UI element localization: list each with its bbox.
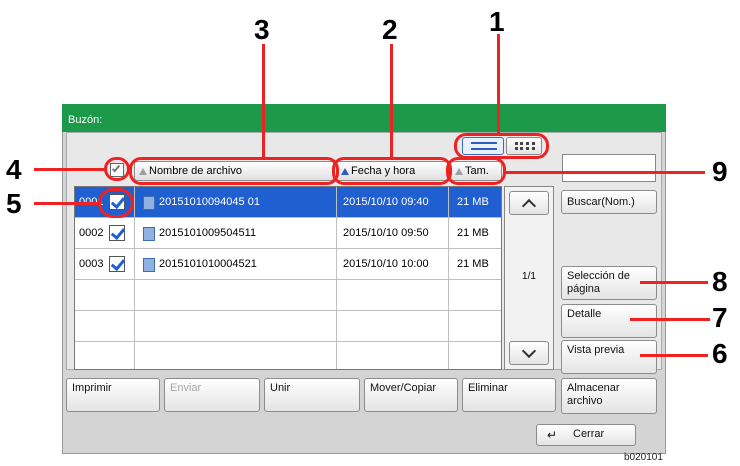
leader-line-1: [497, 34, 500, 134]
detail-button[interactable]: Detalle: [561, 304, 657, 338]
row-number-cell: 0002: [75, 218, 135, 249]
file-name: 2015101009504511: [159, 227, 257, 239]
callout-1: 1: [489, 6, 505, 37]
file-size: 21 MB: [457, 196, 489, 208]
row-number-cell: 0003: [75, 249, 135, 280]
scroll-down-button[interactable]: [509, 341, 549, 365]
row-checkbox[interactable]: [109, 225, 125, 241]
size-cell: 21 MB: [449, 218, 501, 249]
callout-6: 6: [712, 338, 728, 369]
merge-button[interactable]: Unir: [264, 378, 360, 412]
send-label: Enviar: [170, 382, 202, 394]
size-cell: 21 MB: [449, 249, 501, 280]
search-field[interactable]: [562, 154, 656, 182]
empty-cell: [135, 342, 337, 369]
title-bar: Buzón:: [62, 104, 666, 132]
empty-cell: [75, 280, 135, 311]
empty-cell: [75, 311, 135, 342]
empty-row: [75, 280, 501, 311]
callout-4: 4: [6, 154, 22, 185]
leader-line-4: [34, 168, 106, 171]
table-row[interactable]: 0003 2015101010004521 2015/10/10 10:00 2…: [75, 249, 501, 280]
search-name-button[interactable]: Buscar(Nom.): [561, 190, 657, 214]
file-size: 21 MB: [457, 258, 489, 270]
preview-button[interactable]: Vista previa: [561, 340, 657, 374]
send-button[interactable]: Enviar: [164, 378, 260, 412]
file-icon: [143, 227, 155, 241]
leader-line-3: [262, 44, 265, 158]
table-row[interactable]: 0002 2015101009504511 2015/10/10 09:50 2…: [75, 218, 501, 249]
row-checkbox[interactable]: [109, 256, 125, 272]
figure-code: b020101: [624, 452, 663, 463]
empty-cell: [337, 280, 449, 311]
callout-ring-3: [129, 157, 339, 185]
store-file-button[interactable]: Almacenar archivo: [561, 378, 657, 414]
return-arrow-icon: ↵: [547, 428, 558, 442]
leader-line-2: [390, 44, 393, 158]
empty-row: [75, 311, 501, 342]
callout-5: 5: [6, 188, 22, 219]
empty-cell: [75, 342, 135, 369]
search-name-label: Buscar(Nom.): [567, 196, 635, 208]
print-label: Imprimir: [72, 382, 112, 394]
move-copy-label: Mover/Copiar: [370, 382, 437, 394]
empty-cell: [135, 280, 337, 311]
leader-line-7: [630, 318, 710, 321]
row-number: 0002: [79, 227, 104, 239]
close-button[interactable]: ↵ Cerrar: [536, 424, 636, 446]
empty-row: [75, 342, 501, 369]
chevron-down-icon: [521, 343, 537, 359]
date-cell: 2015/10/10 09:40: [337, 187, 449, 218]
detail-label: Detalle: [567, 308, 602, 320]
file-name-cell: 2015101009504511: [135, 218, 337, 249]
move-copy-button[interactable]: Mover/Copiar: [364, 378, 458, 412]
callout-3: 3: [254, 14, 270, 45]
scroll-up-button[interactable]: [509, 191, 549, 215]
file-name-cell: 2015101010004521: [135, 249, 337, 280]
size-cell: 21 MB: [449, 187, 501, 218]
callout-8: 8: [712, 266, 728, 297]
table-row[interactable]: 0001 20151010094045 01 2015/10/10 09:40 …: [75, 187, 501, 218]
preview-label: Vista previa: [567, 344, 625, 356]
callout-ring-5: [98, 188, 134, 218]
close-label: Cerrar: [573, 428, 605, 440]
row-number: 0003: [79, 258, 104, 270]
leader-line-6: [640, 354, 708, 357]
file-icon: [143, 258, 155, 272]
file-list: 0001 20151010094045 01 2015/10/10 09:40 …: [74, 186, 502, 370]
print-button[interactable]: Imprimir: [66, 378, 160, 412]
file-date: 2015/10/10 09:40: [343, 196, 429, 208]
scroll-panel: 1/1: [504, 186, 554, 370]
callout-ring-9: [446, 157, 506, 185]
callout-2: 2: [382, 14, 398, 45]
file-name: 20151010094045 01: [159, 196, 260, 208]
page-select-label: Selección de página: [567, 270, 630, 295]
window-title: Buzón:: [68, 114, 103, 126]
file-name-cell: 20151010094045 01: [135, 187, 337, 218]
file-date: 2015/10/10 09:50: [343, 227, 429, 239]
callout-ring-4: [104, 157, 130, 181]
page-indicator: 1/1: [522, 271, 536, 282]
merge-label: Unir: [270, 382, 291, 394]
chevron-up-icon: [521, 198, 537, 214]
empty-cell: [337, 311, 449, 342]
date-cell: 2015/10/10 09:50: [337, 218, 449, 249]
empty-cell: [337, 342, 449, 369]
callout-ring-1: [454, 133, 549, 159]
store-file-label: Almacenar archivo: [567, 382, 620, 407]
callout-7: 7: [712, 302, 728, 333]
file-icon: [143, 196, 155, 210]
callout-9: 9: [712, 156, 728, 187]
file-name: 2015101010004521: [159, 258, 257, 270]
callout-ring-2: [332, 157, 452, 185]
leader-line-9: [505, 171, 705, 174]
delete-label: Eliminar: [468, 382, 508, 394]
file-date: 2015/10/10 10:00: [343, 258, 429, 270]
file-size: 21 MB: [457, 227, 489, 239]
delete-button[interactable]: Eliminar: [462, 378, 556, 412]
leader-line-8: [640, 281, 708, 284]
date-cell: 2015/10/10 10:00: [337, 249, 449, 280]
leader-line-5: [34, 202, 100, 205]
empty-cell: [135, 311, 337, 342]
